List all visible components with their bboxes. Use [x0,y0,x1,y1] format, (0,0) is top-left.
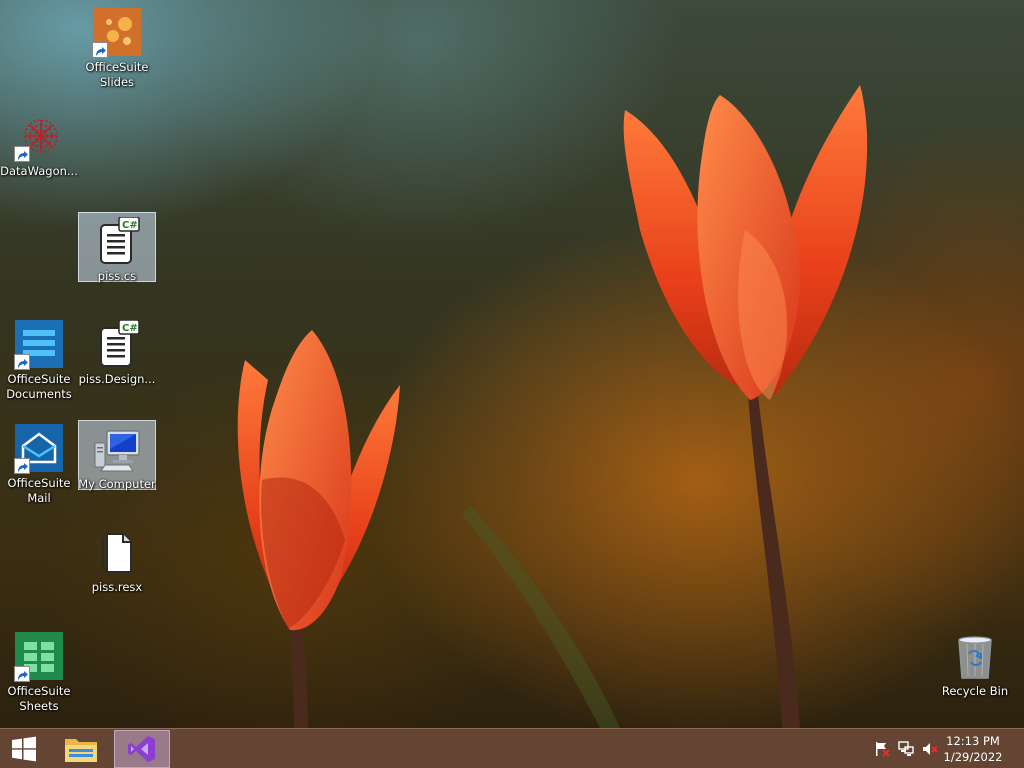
desktop-icon-piss-designer[interactable]: C# piss.Design... [78,316,156,387]
desktop-icon-label: OfficeSuite Documents [6,372,72,401]
shortcut-arrow-icon [14,146,30,162]
csharp-file-icon: C# [93,319,141,368]
desktop-icon-my-computer[interactable]: My Computer [78,420,156,491]
action-center-icon[interactable] [873,741,891,757]
desktop-icon-officesuite-mail[interactable]: OfficeSuite Mail [0,420,78,506]
desktop-icon-label: OfficeSuite Sheets [7,684,71,713]
visual-studio-icon [128,736,155,762]
desktop-icon-label: piss.cs [97,269,137,283]
shortcut-arrow-icon [92,42,108,58]
shortcut-arrow-icon [14,458,30,474]
svg-text:C#: C# [122,323,138,334]
network-icon [898,741,914,756]
sheets-app-icon [14,632,63,682]
desktop[interactable]: OfficeSuite Slides DataWagon... C# piss.… [0,0,1024,728]
csharp-file-icon: C# [93,216,141,265]
desktop-icon-officesuite-slides[interactable]: OfficeSuite Slides [78,4,156,90]
system-clock[interactable]: 12:13 PM 1/29/2022 [938,733,1008,765]
desktop-icon-label: My Computer [78,477,156,491]
start-button[interactable] [0,730,48,768]
recycle-bin-icon [951,632,999,680]
folder-icon [65,739,97,762]
volume-muted-icon [923,743,938,755]
desktop-icon-officesuite-sheets[interactable]: OfficeSuite Sheets [0,628,78,714]
flag-icon [876,742,890,757]
desktop-icon-label: piss.Design... [78,372,156,386]
taskbar: 12:13 PM 1/29/2022 [0,728,1024,768]
network-icon[interactable] [897,741,915,757]
desktop-icon-label: Recycle Bin [941,684,1009,698]
desktop-icon-recycle-bin[interactable]: Recycle Bin [936,628,1014,699]
clock-date: 1/29/2022 [943,750,1003,764]
windows-logo-icon [12,736,36,762]
desktop-icon-piss-resx[interactable]: piss.resx [78,524,156,595]
mail-app-icon [14,424,63,474]
left-tulip [237,330,400,631]
volume-icon[interactable] [921,741,939,757]
blank-file-icon [93,528,141,576]
clock-time: 12:13 PM [946,734,1000,748]
desktop-icon-label: piss.resx [91,580,143,594]
desktop-icon-piss-cs[interactable]: C# piss.cs [78,212,156,283]
desktop-icon-label: OfficeSuite Mail [7,476,71,505]
file-explorer-button[interactable] [53,730,109,768]
shortcut-arrow-icon [14,354,30,370]
my-computer-icon [93,425,141,473]
datawagon-icon [14,112,63,162]
desktop-icon-label: OfficeSuite Slides [85,60,149,89]
desktop-icon-label: DataWagon... [0,164,78,178]
desktop-icon-datawagon[interactable]: DataWagon... [0,108,78,179]
documents-app-icon [14,320,63,370]
right-tulip [623,85,868,400]
svg-text:C#: C# [122,220,138,231]
slides-app-icon [92,8,141,58]
visual-studio-button[interactable] [114,730,170,768]
desktop-icon-officesuite-documents[interactable]: OfficeSuite Documents [0,316,78,402]
shortcut-arrow-icon [14,666,30,682]
